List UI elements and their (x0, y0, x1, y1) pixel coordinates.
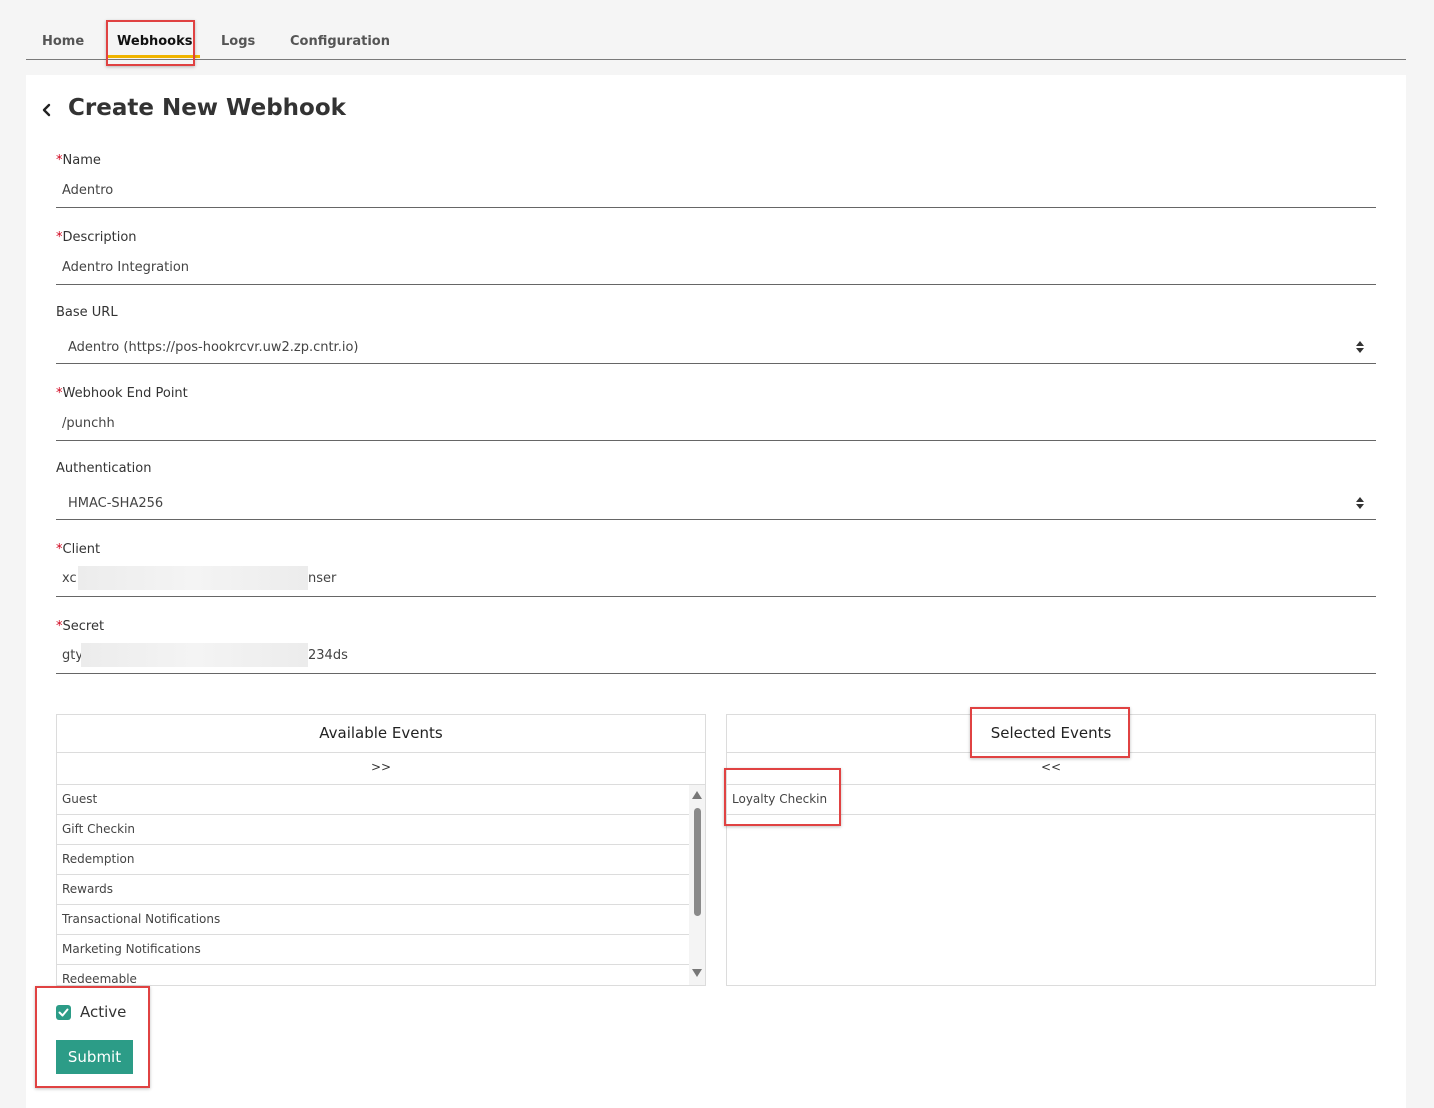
available-events-list: Guest Gift Checkin Redemption Rewards Tr… (57, 785, 690, 985)
base-url-label: Base URL (56, 305, 118, 320)
tab-webhooks[interactable]: Webhooks (117, 34, 193, 49)
client-input-end: nser (308, 571, 337, 586)
tab-home[interactable]: Home (42, 34, 84, 49)
secret-label: *Secret (56, 619, 105, 634)
description-field: *Description Adentro Integration (56, 230, 1376, 286)
select-arrows-icon (1356, 497, 1364, 509)
scroll-up-icon[interactable] (692, 791, 702, 799)
base-url-select[interactable]: Adentro (https://pos-hookrcvr.uw2.zp.cnt… (68, 340, 358, 355)
description-input[interactable]: Adentro Integration (62, 260, 189, 275)
active-checkbox[interactable] (56, 1005, 71, 1020)
submit-button[interactable]: Submit (56, 1040, 133, 1074)
active-tab-indicator (107, 55, 200, 58)
select-arrows-icon (1356, 341, 1364, 353)
secret-field: *Secret gty 234ds (56, 619, 1376, 675)
name-input[interactable]: Adentro (62, 183, 113, 198)
available-events-panel: Available Events >> Guest Gift Checkin R… (56, 714, 706, 986)
webhook-form-card: Create New Webhook *Name Adentro *Descri… (26, 75, 1406, 1108)
move-to-available-button[interactable]: << (727, 753, 1375, 785)
authentication-label: Authentication (56, 461, 152, 476)
list-item[interactable]: Marketing Notifications (57, 935, 690, 965)
list-item[interactable]: Redemption (57, 845, 690, 875)
selected-events-title: Selected Events (727, 715, 1375, 753)
endpoint-field: *Webhook End Point /punchh (56, 386, 1376, 442)
secret-input-end: 234ds (308, 648, 348, 663)
authentication-field: Authentication HMAC-SHA256 (56, 461, 1376, 521)
page-title: Create New Webhook (68, 95, 346, 121)
available-events-title: Available Events (57, 715, 705, 753)
endpoint-label: *Webhook End Point (56, 386, 188, 401)
client-input-start[interactable]: xc (62, 571, 77, 586)
redaction-block (81, 643, 308, 667)
description-label: *Description (56, 230, 137, 245)
base-url-field: Base URL Adentro (https://pos-hookrcvr.u… (56, 305, 1376, 365)
top-tab-bar: Home Webhooks Logs Configuration (26, 22, 1406, 60)
scroll-down-icon[interactable] (692, 969, 702, 977)
client-label: *Client (56, 542, 101, 557)
list-item[interactable]: Rewards (57, 875, 690, 905)
client-field: *Client xc nser (56, 542, 1376, 598)
events-scrollbar[interactable] (689, 785, 705, 985)
authentication-select[interactable]: HMAC-SHA256 (68, 496, 163, 511)
endpoint-input[interactable]: /punchh (62, 416, 115, 431)
selected-events-panel: Selected Events << Loyalty Checkin (726, 714, 1376, 986)
tab-logs[interactable]: Logs (221, 34, 255, 49)
secret-input-start[interactable]: gty (62, 648, 83, 663)
selected-events-list: Loyalty Checkin (727, 785, 1375, 985)
list-item[interactable]: Guest (57, 785, 690, 815)
list-item[interactable]: Loyalty Checkin (727, 785, 1375, 815)
list-item[interactable]: Gift Checkin (57, 815, 690, 845)
redaction-block (78, 566, 308, 590)
list-item[interactable]: Transactional Notifications (57, 905, 690, 935)
name-label: *Name (56, 153, 101, 168)
tab-configuration[interactable]: Configuration (290, 34, 390, 49)
name-field: *Name Adentro (56, 153, 1376, 209)
scrollbar-thumb[interactable] (694, 808, 701, 916)
list-item[interactable]: Redeemable (57, 965, 690, 985)
active-label: Active (80, 1003, 127, 1021)
move-to-selected-button[interactable]: >> (57, 753, 705, 785)
chevron-left-icon[interactable] (40, 103, 54, 117)
